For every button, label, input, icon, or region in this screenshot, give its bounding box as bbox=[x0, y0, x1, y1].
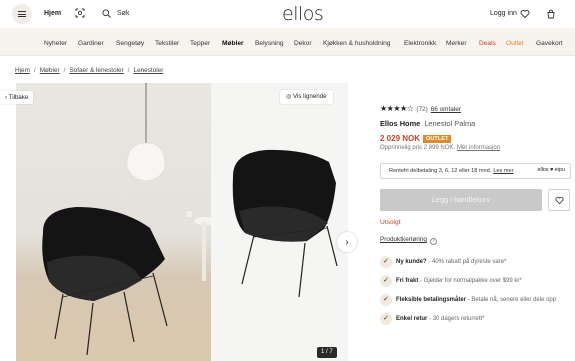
info-icon: i bbox=[429, 238, 437, 245]
product-brand[interactable]: Ellos Home bbox=[380, 119, 420, 128]
check-icon: ✓ bbox=[380, 256, 392, 268]
heart-icon bbox=[554, 196, 564, 204]
usp-item: ✓ Fri frakt - Gjelder for normalpakke ov… bbox=[380, 275, 575, 289]
original-price-text: Opprinnelig pris 2 899 NOK. bbox=[380, 145, 456, 151]
price-row: 2 029 NOK OUTLET bbox=[380, 134, 452, 143]
product-name: Lenestol Palma bbox=[424, 119, 476, 128]
original-price: Opprinnelig pris 2 899 NOK. Mer informasj… bbox=[380, 145, 500, 151]
nav-item-deals[interactable]: Deals bbox=[479, 40, 496, 47]
product-info-link[interactable]: Produktkerløring i bbox=[380, 236, 437, 245]
product-gallery[interactable] bbox=[16, 83, 348, 361]
usp-item: ✓ Fleksible betalingsmåter - Betale nå, … bbox=[380, 294, 575, 308]
breadcrumb: Hjem / Møbler / Sofaer & lenestoler / Lenestol… bbox=[15, 67, 164, 74]
image-counter: 1 / 7 bbox=[317, 347, 337, 358]
nav-item-gavekort[interactable]: Gavekort bbox=[536, 40, 563, 47]
add-to-cart-button[interactable]: Legg i handlekurv bbox=[380, 189, 542, 211]
favorite-button[interactable] bbox=[548, 189, 570, 211]
usp-item: ✓ Ny kunde? - 40% rabatt på dyreste vare… bbox=[380, 256, 575, 270]
chair-lifestyle-illustration bbox=[42, 83, 211, 356]
breadcrumb-lenestoler[interactable]: Lenestoler bbox=[134, 67, 164, 74]
product-title: Ellos Home Lenestol Palma bbox=[380, 119, 475, 128]
check-icon: ✓ bbox=[380, 275, 392, 287]
usp-title: Ny kunde? bbox=[396, 259, 427, 265]
product-info-label: Produktkerløring bbox=[380, 236, 427, 243]
top-header: Hjem Søk ellos Logg inn bbox=[0, 0, 575, 28]
cart-row: Legg i handlekurv bbox=[380, 189, 575, 211]
more-info-link[interactable]: Mer informasjon bbox=[457, 145, 500, 151]
rating-row: ★★★★☆ (72) 66 omtaler bbox=[380, 104, 461, 113]
back-button-label: Tilbake bbox=[8, 94, 29, 101]
similar-icon: ◎ bbox=[286, 94, 292, 100]
nav-item-belysning[interactable]: Belysning bbox=[255, 40, 284, 47]
nav-item-kjokken[interactable]: Kjøkken & husholdning bbox=[323, 40, 390, 47]
check-icon: ✓ bbox=[380, 294, 392, 306]
chevron-right-icon: › bbox=[345, 236, 349, 248]
nav-item-sengetoy[interactable]: Sengetøy bbox=[116, 40, 144, 47]
usp-text: - Betale nå, senere eller dele opp bbox=[467, 297, 557, 303]
search-icon[interactable] bbox=[102, 9, 111, 18]
usp-title: Fri frakt bbox=[396, 278, 419, 284]
heart-icon[interactable] bbox=[520, 9, 530, 19]
chair-packshot-illustration bbox=[232, 149, 338, 298]
nav-item-tepper[interactable]: Tepper bbox=[190, 40, 210, 47]
usp-text: - Gjelder for normalpakke over $99 kr* bbox=[420, 278, 522, 284]
cart-icon[interactable] bbox=[546, 9, 556, 19]
back-button[interactable]: ‹ Tilbake bbox=[0, 91, 34, 104]
finance-box: Rentefri delbetaling 3, 6, 12 eller 18 m… bbox=[380, 163, 571, 179]
show-similar-label: Vis lignende bbox=[292, 93, 327, 100]
category-nav: Nyheter Gardiner Sengetøy Tekstiler Tepp… bbox=[0, 28, 575, 56]
home-link[interactable]: Hjem bbox=[44, 10, 61, 17]
show-similar-button[interactable]: ◎ Vis lignende bbox=[280, 90, 333, 104]
check-icon: ✓ bbox=[380, 313, 392, 325]
product-image-packshot[interactable] bbox=[211, 83, 348, 361]
breadcrumb-sofaer[interactable]: Sofaer & lenestoler bbox=[69, 67, 123, 74]
usp-title: Enkel retur bbox=[396, 316, 428, 322]
nav-item-nyheter[interactable]: Nyheter bbox=[44, 40, 67, 47]
login-link[interactable]: Logg inn bbox=[490, 10, 517, 17]
product-image-lifestyle[interactable] bbox=[16, 83, 211, 361]
breadcrumb-mobler[interactable]: Møbler bbox=[40, 67, 60, 74]
finance-read-more-link[interactable]: Les mer bbox=[493, 168, 513, 174]
nav-item-merker[interactable]: Merker bbox=[446, 40, 467, 47]
usp-item: ✓ Enkel retur - 30 dagers returrett* bbox=[380, 313, 575, 327]
next-image-button[interactable]: › bbox=[337, 232, 357, 252]
finance-text: Rentefri delbetaling 3, 6, 12 eller 18 m… bbox=[389, 168, 514, 174]
nav-item-elektronikk[interactable]: Elektronikk bbox=[404, 40, 436, 47]
product-price: 2 029 NOK bbox=[380, 134, 421, 143]
reviews-link[interactable]: 66 omtaler bbox=[431, 106, 461, 113]
outlet-badge: OUTLET bbox=[423, 135, 452, 143]
usp-title: Fleksible betalingsmåter bbox=[396, 297, 467, 303]
nav-item-tekstiler[interactable]: Tekstiler bbox=[155, 40, 179, 47]
nav-item-dekor[interactable]: Dekor bbox=[294, 40, 312, 47]
menu-button[interactable] bbox=[12, 4, 32, 24]
usp-text: - 30 dagers returrett* bbox=[429, 316, 485, 322]
finance-partner-logo: ellos ♥ eipu bbox=[537, 167, 565, 173]
availability-status: Utsolgt bbox=[380, 219, 401, 226]
scan-icon[interactable] bbox=[75, 8, 85, 18]
search-input[interactable]: Søk bbox=[117, 10, 129, 17]
nav-item-gardiner[interactable]: Gardiner bbox=[78, 40, 104, 47]
nav-item-mobler[interactable]: Møbler bbox=[222, 40, 244, 47]
usp-text: - 40% rabatt på dyreste vare* bbox=[428, 259, 507, 265]
finance-description: Rentefri delbetaling 3, 6, 12 eller 18 m… bbox=[389, 168, 492, 174]
breadcrumb-home[interactable]: Hjem bbox=[15, 67, 30, 74]
ellos-logo[interactable]: ellos bbox=[282, 3, 324, 25]
rating-stars: ★★★★☆ bbox=[380, 104, 414, 113]
rating-count: (72) bbox=[416, 106, 428, 113]
hamburger-icon bbox=[18, 11, 26, 17]
nav-item-outlet[interactable]: Outlet bbox=[506, 40, 524, 47]
